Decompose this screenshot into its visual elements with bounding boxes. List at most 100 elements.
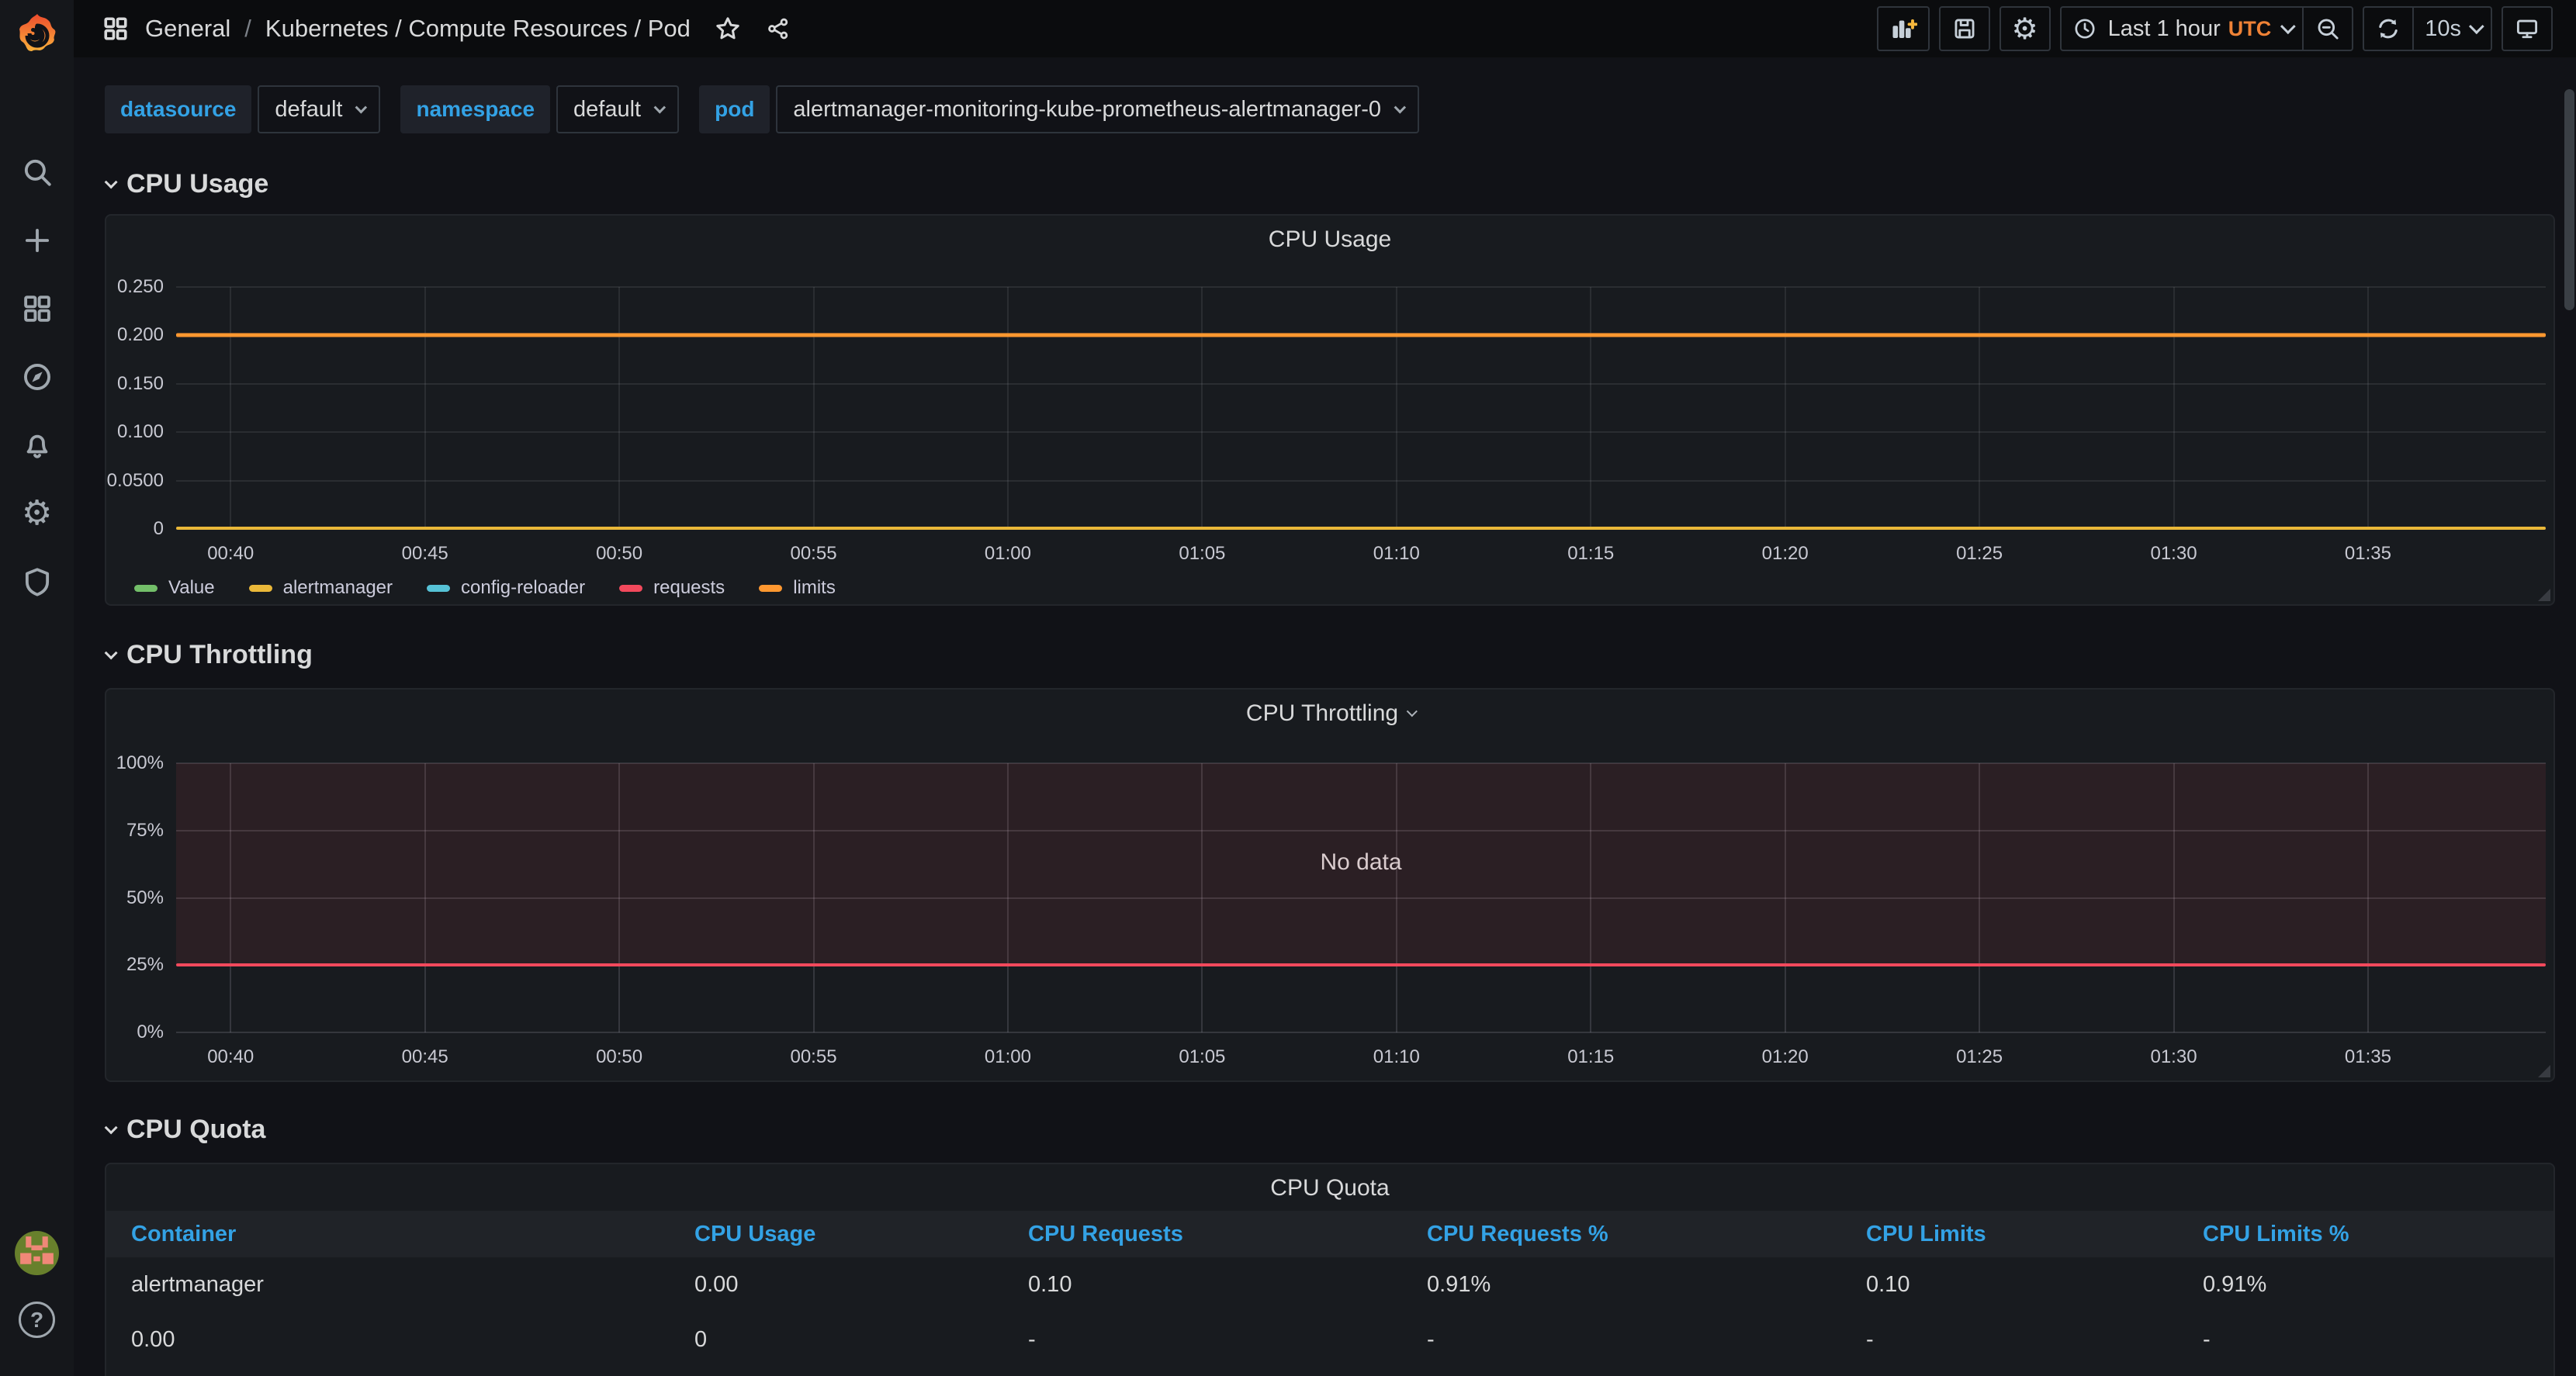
column-header-cpu-requests[interactable]: CPU Requests xyxy=(1028,1222,1427,1247)
table-cell: - xyxy=(2203,1327,2211,1352)
add-panel-button[interactable] xyxy=(1876,6,1930,51)
panel-title-cpu-throttling[interactable]: CPU Throttling xyxy=(106,700,2553,727)
table-cell: - xyxy=(1427,1327,1435,1352)
sidebar-item-dashboards[interactable] xyxy=(0,275,74,343)
chevron-down-icon xyxy=(1394,101,1407,113)
gridline-x xyxy=(1979,287,1981,529)
cpu-usage-legend: Value alertmanager config-reloader requests… xyxy=(134,577,836,599)
bell-icon xyxy=(26,434,47,458)
column-header-cpu-requests-[interactable]: CPU Requests % xyxy=(1427,1222,1866,1247)
zoom-out-button[interactable] xyxy=(2302,6,2354,51)
column-header-cpu-usage[interactable]: CPU Usage xyxy=(694,1222,1028,1247)
table-cell: 0.10 xyxy=(1028,1272,1072,1297)
sidebar-item-alerting[interactable] xyxy=(0,411,74,479)
clock-icon xyxy=(2075,19,2095,39)
legend-swatch xyxy=(619,584,643,592)
monitor-icon xyxy=(2516,19,2538,39)
save-dashboard-button[interactable] xyxy=(1938,6,1990,51)
x-tick-label: 01:30 xyxy=(2150,543,2197,564)
variable-datasource: datasource default xyxy=(105,85,381,133)
legend-item-limits[interactable]: limits xyxy=(759,577,836,599)
x-tick-label: 01:00 xyxy=(984,1046,1031,1067)
y-tick-label: 25% xyxy=(126,954,164,976)
variable-value-namespace[interactable]: default xyxy=(556,85,680,133)
gridline-x xyxy=(2173,287,2175,529)
chevron-down-icon xyxy=(104,1121,118,1135)
table-cell: 0.91% xyxy=(1427,1272,1491,1297)
dashboard-settings-button[interactable]: ⚙ xyxy=(1999,6,2051,51)
x-tick-label: 01:05 xyxy=(1179,1046,1226,1067)
legend-item-config-reloader[interactable]: config-reloader xyxy=(427,577,585,599)
variable-label-datasource: datasource xyxy=(105,85,252,133)
panel-resize-handle[interactable] xyxy=(2538,589,2550,601)
chevron-down-icon xyxy=(2280,19,2296,35)
x-tick-label: 01:20 xyxy=(1761,543,1809,564)
x-tick-label: 01:25 xyxy=(1956,543,2003,564)
y-tick-label: 0% xyxy=(137,1022,164,1042)
legend-label: Value xyxy=(168,577,215,598)
section-row-cpu-quota[interactable]: CPU Quota xyxy=(104,1113,2555,1146)
x-tick-label: 01:15 xyxy=(1567,543,1615,564)
breadcrumb-section[interactable]: General xyxy=(145,15,230,43)
refresh-icon xyxy=(2379,19,2398,39)
refresh-interval-picker[interactable]: 10s xyxy=(2412,6,2492,51)
gear-icon: ⚙ xyxy=(21,493,53,533)
variable-label-pod: pod xyxy=(699,85,770,133)
help-icon[interactable]: ? xyxy=(19,1302,55,1338)
gridline-x xyxy=(1590,287,1592,529)
legend-label: alertmanager xyxy=(282,577,393,598)
time-range-picker[interactable]: Last 1 hour UTC xyxy=(2059,6,2303,51)
breadcrumb-dashboard-title[interactable]: Kubernetes / Compute Resources / Pod xyxy=(265,15,691,43)
refresh-button[interactable] xyxy=(2363,6,2413,51)
cpu-quota-table: Container CPU Usage CPU Requests CPU Reques… xyxy=(106,1211,2553,1367)
cycle-view-mode-button[interactable] xyxy=(2502,6,2553,51)
section-title: CPU Usage xyxy=(126,168,269,199)
variable-value-pod[interactable]: alertmanager-monitoring-kube-prometheus-… xyxy=(776,85,1420,133)
variable-current-value: alertmanager-monitoring-kube-prometheus-… xyxy=(793,96,1382,122)
panel-title-cpu-quota[interactable]: CPU Quota xyxy=(106,1175,2553,1201)
legend-swatch xyxy=(134,584,158,592)
threshold-region xyxy=(176,763,2546,966)
user-avatar[interactable] xyxy=(15,1231,59,1275)
sidebar-item-server-admin[interactable] xyxy=(0,548,74,616)
variable-value-datasource[interactable]: default xyxy=(258,85,381,133)
table-cell: - xyxy=(1028,1327,1036,1352)
x-tick-label: 00:50 xyxy=(596,543,643,564)
share-button[interactable] xyxy=(765,16,791,42)
section-row-cpu-usage[interactable]: CPU Usage xyxy=(104,168,2555,200)
chevron-down-icon xyxy=(355,101,368,113)
legend-swatch xyxy=(427,584,451,592)
star-button[interactable] xyxy=(714,15,742,43)
legend-item-requests[interactable]: requests xyxy=(619,577,725,599)
topbar: General / Kubernetes / Compute Resources… xyxy=(74,0,2576,57)
gridline-y xyxy=(176,1032,2546,1033)
x-tick-label: 00:45 xyxy=(401,543,448,564)
avatar-identicon xyxy=(15,1231,59,1275)
sidebar-item-configuration[interactable]: ⚙ xyxy=(0,479,74,548)
sidebar-item-search[interactable] xyxy=(0,138,74,206)
column-header-cpu-limits-[interactable]: CPU Limits % xyxy=(2203,1222,2529,1247)
breadcrumb-separator: / xyxy=(244,15,251,42)
variables-row: datasource default namespace default pod aler… xyxy=(105,85,2555,133)
series-line-alertmanager xyxy=(176,526,2546,530)
variable-label-namespace: namespace xyxy=(400,85,551,133)
series-line-limits xyxy=(176,333,2546,337)
panel-resize-handle[interactable] xyxy=(2538,1065,2550,1077)
sidebar-item-create[interactable] xyxy=(0,206,74,275)
x-tick-label: 01:00 xyxy=(984,543,1031,564)
panel-title-text: CPU Usage xyxy=(1268,226,1392,252)
column-header-cpu-limits[interactable]: CPU Limits xyxy=(1866,1222,2203,1247)
page-scrollbar[interactable] xyxy=(2564,89,2574,310)
x-tick-label: 01:25 xyxy=(1956,1046,2003,1067)
x-tick-label: 00:50 xyxy=(596,1046,643,1067)
x-tick-label: 00:55 xyxy=(790,543,837,564)
section-row-cpu-throttling[interactable]: CPU Throttling xyxy=(104,638,2555,671)
panel-title-cpu-usage[interactable]: CPU Usage xyxy=(106,226,2553,253)
sidebar-item-explore[interactable] xyxy=(0,343,74,411)
grafana-logo[interactable] xyxy=(0,0,74,71)
column-header-container[interactable]: Container xyxy=(131,1222,694,1247)
chevron-down-icon xyxy=(104,646,118,660)
legend-item-Value[interactable]: Value xyxy=(134,577,215,599)
legend-item-alertmanager[interactable]: alertmanager xyxy=(248,577,393,599)
time-range-label: Last 1 hour xyxy=(2107,16,2221,41)
